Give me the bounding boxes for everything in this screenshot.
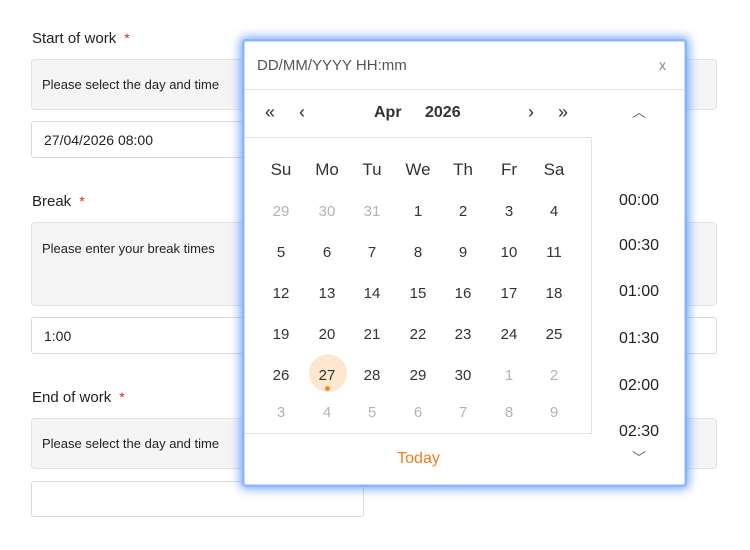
- time-option[interactable]: 00:00: [592, 192, 686, 210]
- time-option[interactable]: 02:00: [592, 377, 686, 395]
- calendar-day[interactable]: 31: [352, 196, 392, 228]
- calendar-day[interactable]: 1: [489, 360, 529, 392]
- calendar-day[interactable]: 7: [352, 237, 392, 269]
- end-of-work-input[interactable]: [31, 481, 364, 517]
- calendar-day[interactable]: 21: [352, 319, 392, 351]
- break-hint-text: Please enter your break times: [42, 241, 215, 256]
- calendar-day[interactable]: 15: [398, 278, 438, 310]
- calendar-day[interactable]: 8: [398, 237, 438, 269]
- calendar-day[interactable]: 19: [261, 319, 301, 351]
- start-label-text: Start of work: [32, 30, 117, 47]
- break-label: Break *: [32, 193, 85, 210]
- weekday-fri: Fr: [500, 160, 518, 179]
- calendar-day[interactable]: 13: [307, 278, 347, 310]
- time-option[interactable]: 01:00: [592, 283, 686, 301]
- prev-year-icon[interactable]: «: [265, 102, 275, 123]
- calendar-day[interactable]: 29: [261, 196, 301, 228]
- required-mark: *: [124, 30, 130, 46]
- today-button[interactable]: Today: [245, 434, 592, 484]
- calendar-day[interactable]: 22: [398, 319, 438, 351]
- picker-input[interactable]: DD/MM/YYYY HH:mm: [257, 57, 407, 74]
- time-scroll-down-icon[interactable]: ﹀: [592, 448, 686, 468]
- picker-header: DD/MM/YYYY HH:mm x: [245, 42, 684, 90]
- calendar-day[interactable]: 14: [352, 278, 392, 310]
- calendar-day[interactable]: 18: [534, 278, 574, 310]
- time-option[interactable]: 02:30: [592, 423, 686, 441]
- break-value-text: 1:00: [44, 327, 72, 344]
- calendar-day[interactable]: 2: [534, 360, 574, 392]
- calendar-day[interactable]: 3: [489, 196, 529, 228]
- datetime-picker: DD/MM/YYYY HH:mm x « ‹ Apr 2026 › » Su M…: [244, 41, 685, 485]
- month-label[interactable]: Apr: [374, 104, 402, 122]
- calendar-day[interactable]: 20: [307, 319, 347, 351]
- next-year-icon[interactable]: »: [558, 102, 568, 123]
- calendar-day[interactable]: 1: [398, 196, 438, 228]
- calendar-day[interactable]: 6: [307, 237, 347, 269]
- calendar-day[interactable]: 2: [443, 196, 483, 228]
- calendar-day[interactable]: 4: [534, 196, 574, 228]
- weekday-wed: We: [405, 160, 431, 179]
- calendar-day[interactable]: 7: [443, 399, 483, 427]
- start-of-work-label: Start of work *: [32, 30, 130, 47]
- time-option[interactable]: 00:30: [592, 237, 686, 255]
- calendar-day[interactable]: 8: [489, 399, 529, 427]
- calendar-day[interactable]: 24: [489, 319, 529, 351]
- calendar-day[interactable]: 3: [261, 399, 301, 427]
- prev-month-icon[interactable]: ‹: [299, 102, 305, 123]
- calendar-day[interactable]: 5: [261, 237, 301, 269]
- break-label-text: Break: [32, 193, 72, 210]
- calendar-day[interactable]: 11: [534, 237, 574, 269]
- calendar-day[interactable]: 4: [307, 399, 347, 427]
- end-hint-text: Please select the day and time: [42, 436, 220, 451]
- weekday-mon: Mo: [315, 160, 339, 179]
- calendar-day[interactable]: 30: [443, 360, 483, 392]
- calendar-day[interactable]: 17: [489, 278, 529, 310]
- time-option[interactable]: 01:30: [592, 330, 686, 348]
- calendar-day[interactable]: 28: [352, 360, 392, 392]
- year-label[interactable]: 2026: [425, 104, 461, 122]
- weekday-sat: Sa: [543, 160, 565, 179]
- start-hint-text: Please select the day and time: [42, 77, 220, 92]
- calendar-day[interactable]: 10: [489, 237, 529, 269]
- calendar-day[interactable]: 9: [443, 237, 483, 269]
- calendar-day[interactable]: 26: [261, 360, 301, 392]
- end-label-text: End of work: [32, 389, 112, 406]
- calendar-day[interactable]: 9: [534, 399, 574, 427]
- end-of-work-label: End of work *: [32, 389, 125, 406]
- calendar-day[interactable]: 5: [352, 399, 392, 427]
- weekday-sun: Su: [270, 160, 292, 179]
- required-mark: *: [79, 193, 85, 209]
- time-scroll-up-icon[interactable]: ︿: [592, 102, 686, 122]
- calendar-day[interactable]: 6: [398, 399, 438, 427]
- calendar-day[interactable]: 23: [443, 319, 483, 351]
- start-value-text: 27/04/2026 08:00: [44, 131, 153, 148]
- calendar-day[interactable]: 30: [307, 196, 347, 228]
- weekday-tue: Tu: [362, 160, 382, 179]
- next-month-icon[interactable]: ›: [528, 102, 534, 123]
- time-column: ︿ 00:00 00:30 01:00 01:30 02:00 02:30 ﹀: [592, 90, 686, 486]
- calendar-day[interactable]: 25: [534, 319, 574, 351]
- calendar-day[interactable]: 12: [261, 278, 301, 310]
- close-icon[interactable]: x: [659, 57, 666, 73]
- calendar-day[interactable]: 16: [443, 278, 483, 310]
- today-indicator-dot: [325, 386, 330, 391]
- calendar-day[interactable]: 29: [398, 360, 438, 392]
- required-mark: *: [119, 389, 125, 405]
- weekday-thu: Th: [453, 160, 473, 179]
